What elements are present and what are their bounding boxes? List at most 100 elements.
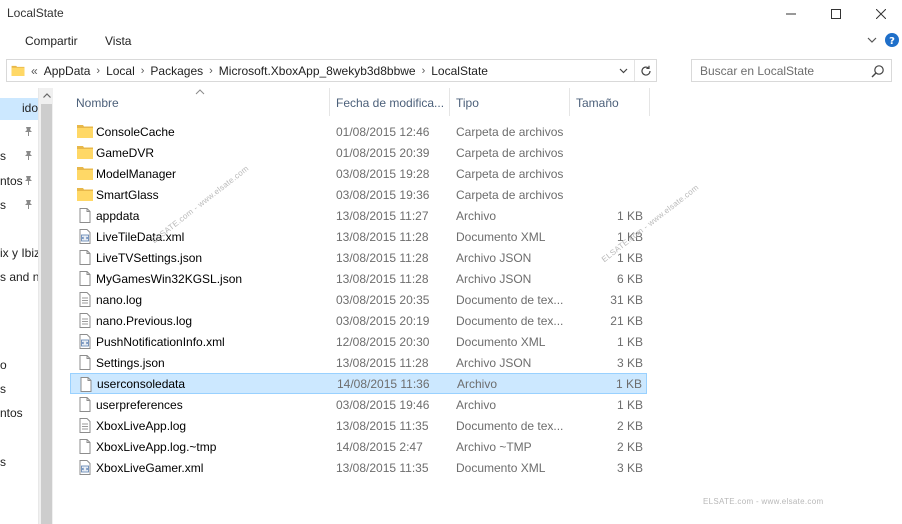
maximize-button[interactable]: [813, 0, 859, 28]
file-date: 01/08/2015 12:46: [336, 125, 430, 139]
file-row[interactable]: PushNotificationInfo.xml 12/08/2015 20:30…: [70, 331, 647, 352]
nav-item[interactable]: s: [0, 452, 38, 474]
file-date: 13/08/2015 11:27: [336, 209, 429, 223]
file-size: 31 KB: [610, 293, 643, 307]
address-bar[interactable]: « AppData › Local › Packages › Microsoft…: [6, 59, 657, 82]
file-name: XboxLiveApp.log.~tmp: [96, 440, 217, 454]
search-box[interactable]: Buscar en LocalState: [691, 59, 892, 82]
file-row[interactable]: SmartGlass 03/08/2015 19:36 Carpeta de arc…: [70, 184, 647, 205]
nav-item[interactable]: s: [0, 122, 38, 144]
close-button[interactable]: [858, 0, 902, 28]
nav-item-label: s: [0, 198, 6, 212]
file-name: nano.Previous.log: [96, 314, 193, 328]
tab-vista[interactable]: Vista: [105, 34, 131, 48]
file-row[interactable]: XboxLiveApp.log.~tmp 14/08/2015 2:47 Archi…: [70, 436, 647, 457]
file-row[interactable]: appdata 13/08/2015 11:27 Archivo 1 KB: [70, 205, 647, 226]
breadcrumb-appdata[interactable]: AppData: [42, 64, 93, 78]
help-button[interactable]: ?: [884, 32, 900, 48]
breadcrumb-localstate[interactable]: LocalState: [429, 64, 490, 78]
scroll-up-button[interactable]: [39, 88, 54, 103]
file-row[interactable]: userpreferences 03/08/2015 19:46 Archivo 1 …: [70, 394, 647, 415]
file-type: Carpeta de archivos: [456, 146, 564, 160]
file-type: Documento XML: [456, 335, 546, 349]
nav-item[interactable]: ntos: [0, 403, 38, 425]
column-header-label: Fecha de modifica...: [336, 96, 445, 110]
nav-scrollbar[interactable]: [38, 88, 53, 524]
nav-item[interactable]: ix y Ibiz: [0, 243, 38, 265]
file-date: 14/08/2015 2:47: [336, 440, 423, 454]
pin-icon: [25, 200, 32, 209]
file-row[interactable]: MyGamesWin32KGSL.json 13/08/2015 11:28 Arc…: [70, 268, 647, 289]
folder-icon: [77, 145, 93, 160]
nav-item-quick-access[interactable]: ido: [0, 98, 38, 120]
file-name: XboxLiveApp.log: [96, 419, 187, 433]
file-row[interactable]: LiveTVSettings.json 13/08/2015 11:28 Archi…: [70, 247, 647, 268]
breadcrumb-overflow[interactable]: «: [31, 64, 38, 78]
nav-item[interactable]: s: [0, 195, 38, 217]
watermark: ELSATE.com - www.elsate.com: [703, 497, 824, 506]
file-icon: [77, 271, 93, 286]
nav-item-label: s: [0, 455, 6, 469]
breadcrumb-xboxapp[interactable]: Microsoft.XboxApp_8wekyb3d8bbwe: [217, 64, 418, 78]
nav-item[interactable]: s: [0, 379, 38, 401]
file-date: 13/08/2015 11:28: [336, 230, 429, 244]
file-row[interactable]: GameDVR 01/08/2015 20:39 Carpeta de archiv…: [70, 142, 647, 163]
file-row[interactable]: XboxLiveGamer.xml 13/08/2015 11:35 Documen…: [70, 457, 647, 478]
column-divider[interactable]: [649, 88, 650, 116]
chevron-right-icon[interactable]: ›: [96, 65, 100, 77]
nav-item[interactable]: o: [0, 355, 38, 377]
column-header-type[interactable]: Tipo: [450, 88, 569, 116]
breadcrumb-local[interactable]: Local: [104, 64, 137, 78]
column-header-date[interactable]: Fecha de modifica...: [330, 88, 449, 116]
file-name: ModelManager: [96, 167, 177, 181]
refresh-button[interactable]: [634, 60, 656, 81]
close-icon: [876, 9, 886, 19]
nav-item[interactable]: s and n: [0, 267, 38, 289]
breadcrumb-packages[interactable]: Packages: [148, 64, 205, 78]
chevron-right-icon[interactable]: ›: [422, 65, 426, 77]
expand-ribbon-button[interactable]: [864, 32, 880, 48]
column-header-label: Tipo: [456, 96, 479, 110]
scroll-thumb[interactable]: [41, 104, 52, 524]
file-icon: [77, 208, 93, 223]
file-row[interactable]: userconsoledata 14/08/2015 11:36 Archivo 1 …: [70, 373, 647, 394]
file-date: 13/08/2015 11:28: [336, 272, 429, 286]
file-row[interactable]: ConsoleCache 01/08/2015 12:46 Carpeta de a…: [70, 121, 647, 142]
file-row[interactable]: nano.Previous.log 03/08/2015 20:19 Documen…: [70, 310, 647, 331]
file-row[interactable]: nano.log 03/08/2015 20:35 Documento de tex…: [70, 289, 647, 310]
file-list: ConsoleCache 01/08/2015 12:46 Carpeta de a…: [70, 121, 650, 478]
window-title: LocalState: [7, 6, 64, 20]
breadcrumb: « AppData › Local › Packages › Microsoft…: [31, 64, 490, 78]
xml-file-icon: [77, 229, 93, 244]
file-icon: [78, 377, 94, 392]
file-name: appdata: [96, 209, 140, 223]
text-file-icon: [77, 292, 93, 307]
address-history-button[interactable]: [614, 60, 632, 81]
column-header-size[interactable]: Tamaño: [570, 88, 649, 116]
nav-item-label: s and n: [0, 270, 38, 284]
file-type: Archivo JSON: [456, 356, 532, 370]
search-icon[interactable]: [871, 64, 885, 78]
file-name: LiveTVSettings.json: [96, 251, 203, 265]
column-header-name[interactable]: Nombre: [70, 88, 329, 116]
xml-file-icon: [77, 334, 93, 349]
file-row[interactable]: ModelManager 03/08/2015 19:28 Carpeta de a…: [70, 163, 647, 184]
file-date: 01/08/2015 20:39: [336, 146, 430, 160]
file-name: ConsoleCache: [96, 125, 175, 139]
tab-compartir[interactable]: Compartir: [25, 34, 78, 48]
chevron-right-icon[interactable]: ›: [209, 65, 213, 77]
chevron-right-icon[interactable]: ›: [141, 65, 145, 77]
file-type: Carpeta de archivos: [456, 188, 564, 202]
text-file-icon: [77, 418, 93, 433]
folder-icon: [77, 166, 93, 181]
file-date: 03/08/2015 19:46: [336, 398, 430, 412]
file-type: Carpeta de archivos: [456, 167, 564, 181]
file-row[interactable]: XboxLiveApp.log 13/08/2015 11:35 Documento…: [70, 415, 647, 436]
file-size: 1 KB: [615, 377, 642, 391]
file-date: 03/08/2015 20:35: [336, 293, 430, 307]
nav-item[interactable]: ntos: [0, 171, 38, 193]
minimize-button[interactable]: [768, 0, 814, 28]
nav-item[interactable]: s: [0, 146, 38, 168]
pin-icon: [25, 176, 32, 185]
file-row[interactable]: Settings.json 13/08/2015 11:28 Archivo JSO…: [70, 352, 647, 373]
